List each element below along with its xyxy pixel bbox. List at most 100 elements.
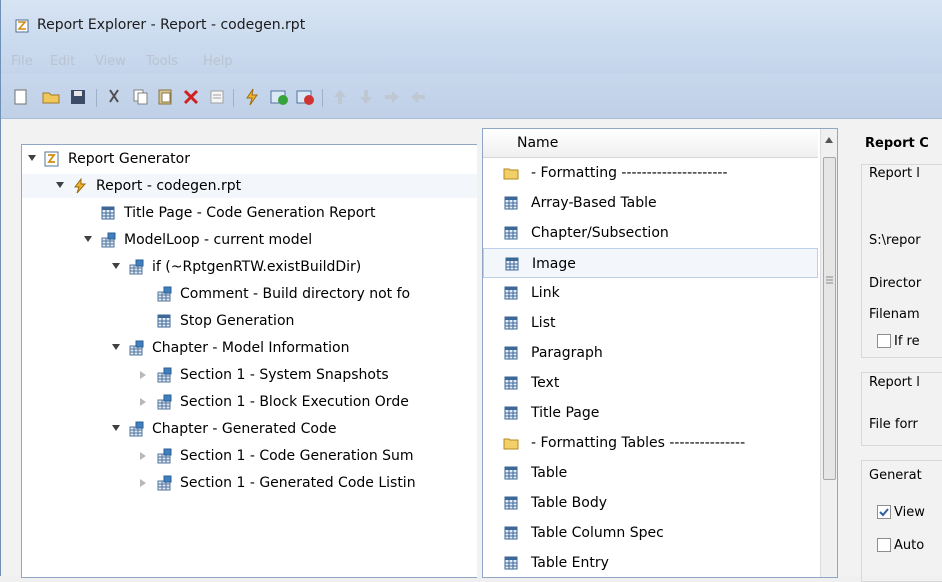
component-library-pane[interactable]: Name - Formatting --------------------- A…: [482, 128, 838, 578]
expanded-arrow-icon[interactable]: [112, 263, 120, 269]
scroll-up-icon[interactable]: [825, 137, 833, 143]
auto-checkbox[interactable]: [877, 538, 891, 552]
table-component-icon: [503, 285, 519, 301]
tree-item-label: Section 1 - Generated Code Listin: [180, 475, 416, 491]
tree-item-label: Chapter - Model Information: [152, 340, 350, 356]
tree-item-label: Stop Generation: [180, 313, 295, 329]
table-component-icon: [503, 315, 519, 331]
filename-label: Filenam: [869, 307, 920, 322]
tree-item-label: Report Generator: [68, 151, 190, 167]
menu-edit[interactable]: Edit: [50, 54, 75, 69]
delete-icon[interactable]: [181, 87, 201, 107]
expanded-arrow-icon[interactable]: [84, 236, 92, 242]
tree-item[interactable]: Report - codegen.rpt: [22, 174, 477, 198]
component-list-item[interactable]: Table Body: [483, 488, 818, 518]
new-icon[interactable]: [11, 87, 31, 107]
component-list-label: Text: [531, 375, 560, 391]
collapsed-arrow-icon[interactable]: [140, 398, 146, 406]
component-list-item[interactable]: Array-Based Table: [483, 188, 818, 218]
collapsed-arrow-icon[interactable]: [140, 371, 146, 379]
component-list-label: Chapter/Subsection: [531, 225, 669, 241]
move-right-icon[interactable]: [382, 87, 402, 107]
component-list-item[interactable]: Chapter/Subsection: [483, 218, 818, 248]
loop-component-icon: [156, 367, 172, 383]
tree-item-label: Title Page - Code Generation Report: [124, 205, 376, 221]
view-label: View: [894, 505, 925, 520]
move-up-icon[interactable]: [330, 87, 350, 107]
tree-item-label: Section 1 - Code Generation Sum: [180, 448, 414, 464]
if-report-checkbox[interactable]: [877, 334, 891, 348]
tree-item-label: if (~RptgenRTW.existBuildDir): [152, 259, 362, 275]
toolbar-separator: [233, 89, 234, 107]
expanded-arrow-icon[interactable]: [28, 155, 36, 161]
table-component-icon: [503, 555, 519, 571]
paste-icon[interactable]: [155, 87, 175, 107]
component-list-label: Array-Based Table: [531, 195, 657, 211]
title-bar[interactable]: Report Explorer - Report - codegen.rpt: [1, 0, 942, 50]
component-list-item[interactable]: Table: [483, 458, 818, 488]
loop-component-icon: [156, 448, 172, 464]
component-list-label: Table Entry: [531, 555, 609, 571]
deactivate-icon[interactable]: [295, 87, 315, 107]
directory-label: Director: [869, 276, 922, 291]
component-list-item[interactable]: Paragraph: [483, 338, 818, 368]
loop-component-icon: [156, 475, 172, 491]
open-icon[interactable]: [41, 87, 61, 107]
loop-component-icon: [128, 421, 144, 437]
loop-component-icon: [156, 394, 172, 410]
menu-file[interactable]: File: [11, 54, 33, 69]
component-list-item[interactable]: List: [483, 308, 818, 338]
tree-item-label: Section 1 - System Snapshots: [180, 367, 389, 383]
report-tree-pane[interactable]: Report Generator Report - codegen.rpt Titl…: [21, 144, 477, 578]
name-column-header[interactable]: Name: [483, 129, 818, 158]
list-icon[interactable]: [207, 87, 227, 107]
folder-icon: [503, 435, 519, 451]
table-component-icon: [156, 313, 172, 329]
save-icon[interactable]: [68, 87, 88, 107]
expanded-arrow-icon[interactable]: [112, 344, 120, 350]
component-list-label: - Formatting Tables ---------------: [531, 435, 746, 451]
component-list-label: - Formatting ---------------------: [531, 165, 728, 181]
collapsed-arrow-icon[interactable]: [140, 479, 146, 487]
tree-item-label: Report - codegen.rpt: [96, 178, 242, 194]
collapsed-arrow-icon[interactable]: [140, 452, 146, 460]
view-checkbox[interactable]: [877, 505, 891, 519]
table-component-icon: [503, 345, 519, 361]
component-list-item[interactable]: Image: [483, 248, 818, 278]
tree-item-label: Chapter - Generated Code: [152, 421, 337, 437]
scroll-thumb[interactable]: [823, 157, 836, 480]
table-component-icon: [503, 405, 519, 421]
expanded-arrow-icon[interactable]: [112, 425, 120, 431]
name-header-label: Name: [517, 135, 559, 151]
component-list-item[interactable]: Link: [483, 278, 818, 308]
component-list-label: Table Column Spec: [531, 525, 664, 541]
component-list-item[interactable]: Table Column Spec: [483, 518, 818, 548]
component-list-item[interactable]: - Formatting ---------------------: [483, 158, 818, 188]
checkmark-icon: [879, 508, 889, 517]
copy-icon[interactable]: [130, 87, 150, 107]
run-icon[interactable]: [242, 87, 262, 107]
tree-item-label: Comment - Build directory not fo: [180, 286, 411, 302]
cut-icon[interactable]: [104, 87, 124, 107]
main-toolbar: [1, 74, 942, 119]
component-list-label: Table: [531, 465, 568, 481]
menu-view[interactable]: View: [95, 54, 126, 69]
component-list-label: Title Page: [531, 405, 600, 421]
move-down-icon[interactable]: [356, 87, 376, 107]
component-list-item[interactable]: Table Entry: [483, 548, 818, 578]
component-list-item[interactable]: Title Page: [483, 398, 818, 428]
activate-icon[interactable]: [269, 87, 289, 107]
table-component-icon: [503, 525, 519, 541]
report-generator-icon: [44, 151, 60, 167]
loop-component-icon: [128, 340, 144, 356]
menu-help[interactable]: Help: [203, 54, 233, 69]
component-list-item[interactable]: Text: [483, 368, 818, 398]
table-component-icon: [503, 195, 519, 211]
menu-tools[interactable]: Tools: [146, 54, 178, 69]
component-list-item[interactable]: - Formatting Tables ---------------: [483, 428, 818, 458]
file-format-label: File forr: [869, 417, 918, 432]
component-list-scrollbar[interactable]: [820, 129, 837, 577]
loop-component-icon: [100, 232, 116, 248]
move-left-icon[interactable]: [408, 87, 428, 107]
expanded-arrow-icon[interactable]: [56, 182, 64, 188]
